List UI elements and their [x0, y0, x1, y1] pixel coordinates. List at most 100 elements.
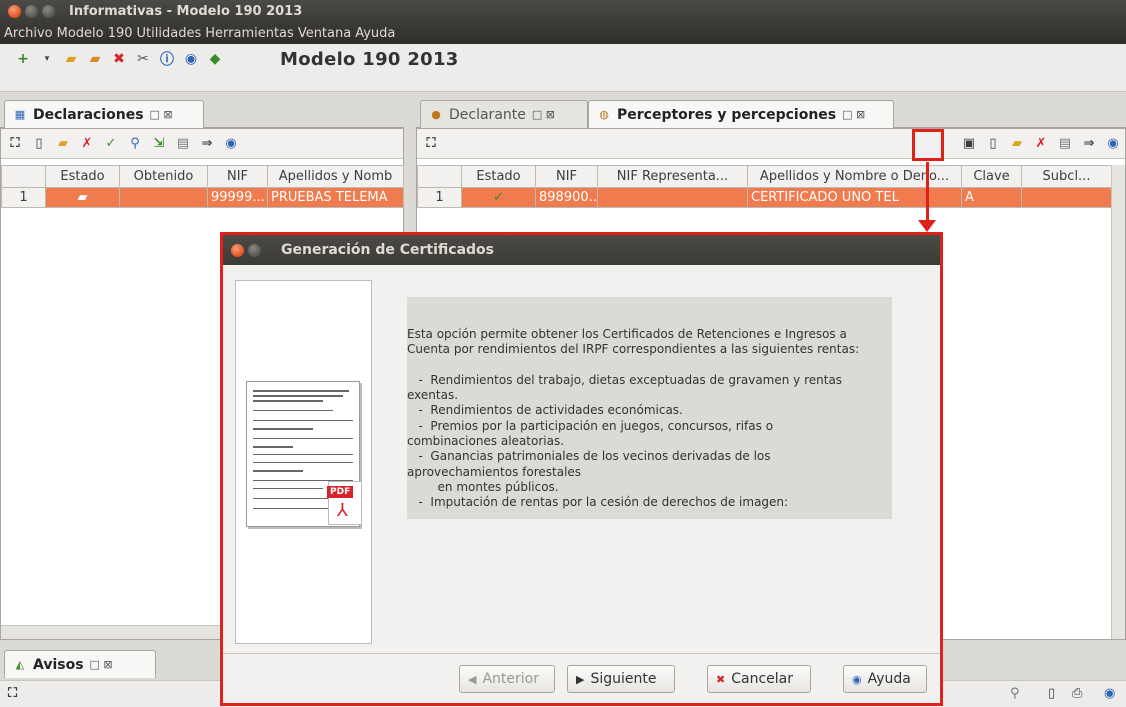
pdf-icon: PDF ⅄: [327, 481, 362, 525]
menu-utilidades[interactable]: Utilidades: [137, 26, 202, 41]
right-subtoolbar: ⛶ ▣ ▯ ▰ ✗ ▤ ⇒ ◉: [417, 129, 1125, 159]
column-header-estado[interactable]: Estado: [461, 165, 536, 188]
open-folder-icon[interactable]: ▰: [86, 50, 104, 68]
copy-icon[interactable]: ▤: [1057, 136, 1073, 152]
delete-icon[interactable]: ✗: [1033, 136, 1049, 152]
tab-declaraciones-label: Declaraciones: [33, 106, 144, 123]
import-icon[interactable]: ⇲: [151, 136, 167, 152]
help-button-label: Ayuda: [867, 671, 911, 687]
menu-ventana[interactable]: Ventana: [298, 26, 351, 41]
tab-controls-icon[interactable]: □ ⊠: [150, 108, 173, 121]
folder-status-icon: ▰: [45, 187, 120, 208]
cancel-icon: ✖: [716, 672, 726, 686]
search-icon[interactable]: ⚲: [127, 136, 143, 152]
vertical-scrollbar[interactable]: [1111, 165, 1125, 639]
cell-clave: A: [961, 187, 1022, 208]
help-icon[interactable]: ◉: [182, 50, 200, 68]
column-header-estado[interactable]: Estado: [45, 165, 120, 188]
table-row[interactable]: 1 ▰ 99999... PRUEBAS TELEMA: [1, 187, 404, 208]
cell-nombre: CERTIFICADO UNO TEL: [747, 187, 962, 208]
avisos-icon: ◭: [15, 658, 25, 671]
validate-icon[interactable]: ✓: [103, 136, 119, 152]
menu-herramientas[interactable]: Herramientas: [205, 26, 294, 41]
declarante-icon: ●: [431, 108, 441, 121]
tree-icon[interactable]: ⛶: [423, 136, 439, 152]
dialog-minimize-icon[interactable]: [248, 243, 261, 257]
column-header-apellidos[interactable]: Apellidos y Nomb: [267, 165, 404, 188]
tab-avisos[interactable]: ◭ Avisos □ ⊠: [4, 650, 156, 678]
help-icon[interactable]: ◉: [1105, 136, 1121, 152]
row-number: 1: [1, 187, 46, 208]
cancel-button-label: Cancelar: [731, 671, 793, 687]
delete-icon[interactable]: ✗: [79, 136, 95, 152]
tree-icon[interactable]: ⛶: [7, 136, 23, 152]
new-doc-icon[interactable]: ▯: [31, 136, 47, 152]
window-minimize-icon[interactable]: [25, 4, 38, 18]
tab-declaraciones[interactable]: ▦ Declaraciones □ ⊠: [4, 100, 204, 128]
column-header-clave[interactable]: Clave: [961, 165, 1022, 188]
menu-modelo-190[interactable]: Modelo 190: [57, 26, 133, 41]
module-icon[interactable]: ◆: [206, 50, 224, 68]
column-header-nif[interactable]: NIF: [535, 165, 598, 188]
tab-perceptores[interactable]: ◍ Perceptores y percepciones □ ⊠: [588, 100, 894, 128]
open-folder-icon[interactable]: ▰: [55, 136, 71, 152]
help-icon[interactable]: ◉: [223, 136, 239, 152]
dialog-titlebar: Generación de Certificados: [223, 235, 940, 265]
column-header-rownum: [1, 165, 46, 188]
tab-declarante-label: Declarante: [449, 106, 526, 123]
tab-avisos-label: Avisos: [33, 656, 84, 673]
cell-nif-representante: [597, 187, 748, 208]
column-header-subclave[interactable]: Subcl...: [1021, 165, 1112, 188]
previous-button[interactable]: ◀ Anterior: [459, 665, 555, 693]
tab-declarante[interactable]: ● Declarante □ ⊠: [420, 100, 588, 128]
highlight-box: [912, 129, 944, 161]
generate-certificate-icon[interactable]: ▣: [961, 136, 977, 152]
cancel-button[interactable]: ✖ Cancelar: [707, 665, 811, 693]
dialog-separator: [223, 653, 940, 654]
window-maximize-icon[interactable]: [42, 4, 55, 18]
link-icon[interactable]: ⇒: [1081, 136, 1097, 152]
next-button[interactable]: ▶ Siguiente: [567, 665, 675, 693]
dropdown-icon[interactable]: ▾: [38, 50, 56, 68]
tab-controls-icon[interactable]: □ ⊠: [532, 108, 555, 121]
info-icon[interactable]: ⓘ: [158, 50, 176, 68]
menu-archivo[interactable]: Archivo: [4, 26, 53, 41]
window-close-icon[interactable]: [8, 4, 21, 18]
open-folder-icon[interactable]: ▰: [62, 50, 80, 68]
menu-ayuda[interactable]: Ayuda: [355, 26, 395, 41]
help-button[interactable]: ◉ Ayuda: [843, 665, 927, 693]
column-header-nif[interactable]: NIF: [207, 165, 268, 188]
close-icon[interactable]: ✖: [110, 50, 128, 68]
copy-icon[interactable]: ▤: [175, 136, 191, 152]
certificate-preview: PDF ⅄: [235, 280, 372, 644]
table-row[interactable]: 1 ✓ 898900... CERTIFICADO UNO TEL A: [417, 187, 1112, 208]
column-header-nif-representante[interactable]: NIF Representa...: [597, 165, 748, 188]
add-icon[interactable]: +: [14, 50, 32, 68]
cell-nif: 898900...: [535, 187, 598, 208]
zoom-icon[interactable]: ⚲: [1010, 686, 1020, 701]
cell-obtenido: [119, 187, 208, 208]
tree-icon[interactable]: ⛶: [8, 686, 17, 701]
left-subtoolbar: ⛶ ▯ ▰ ✗ ✓ ⚲ ⇲ ▤ ⇒ ◉: [1, 129, 403, 159]
previous-button-label: Anterior: [482, 671, 539, 687]
certificados-dialog: Generación de Certificados PDF ⅄ Esta op…: [220, 232, 943, 706]
new-doc-icon[interactable]: ▯: [985, 136, 1001, 152]
column-header-apellidos[interactable]: Apellidos y Nombre o Deno...: [747, 165, 962, 188]
arrow-left-icon: ◀: [468, 672, 477, 686]
left-tabstrip: ▦ Declaraciones □ ⊠: [0, 98, 404, 128]
next-button-label: Siguiente: [590, 671, 657, 687]
help-icon[interactable]: ◉: [1104, 686, 1115, 701]
tab-controls-icon[interactable]: □ ⊠: [90, 658, 113, 671]
open-folder-icon[interactable]: ▰: [1009, 136, 1025, 152]
column-header-obtenido[interactable]: Obtenido: [119, 165, 208, 188]
cell-nombre: PRUEBAS TELEMA: [267, 187, 404, 208]
tab-controls-icon[interactable]: □ ⊠: [842, 108, 865, 121]
main-toolbar: + ▾ ▰ ▰ ✖ ✂ ⓘ ◉ ◆ Modelo 190 2013: [0, 44, 1126, 92]
preview-icon[interactable]: ▯: [1048, 686, 1055, 701]
cell-nif: 99999...: [207, 187, 268, 208]
tools-icon[interactable]: ✂: [134, 50, 152, 68]
dialog-close-icon[interactable]: [231, 243, 244, 257]
link-icon[interactable]: ⇒: [199, 136, 215, 152]
window-title: Informativas - Modelo 190 2013: [69, 3, 303, 19]
print-icon[interactable]: ⎙: [1072, 686, 1082, 701]
